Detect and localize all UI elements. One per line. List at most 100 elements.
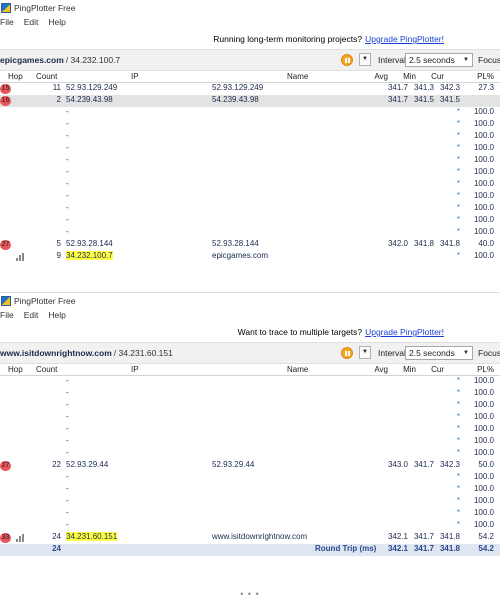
focus-label[interactable]: Focus — [478, 55, 500, 65]
table-header: Hop Count IP Name Avg Min Cur PL% — [0, 364, 500, 376]
promo-text: Want to trace to multiple targets? — [237, 327, 363, 337]
col-pl[interactable]: PL% — [477, 365, 494, 374]
cell-pl: 100.0 — [473, 131, 494, 140]
table-row[interactable]: - * 100.0 — [0, 119, 500, 131]
table-row[interactable]: - * 100.0 — [0, 424, 500, 436]
upgrade-link[interactable]: Upgrade PingPlotter! — [365, 34, 444, 44]
col-count[interactable]: Count — [36, 365, 57, 374]
pause-icon[interactable] — [341, 54, 353, 66]
table-row[interactable]: - * 100.0 — [0, 179, 500, 191]
round-trip-total-row: 24 Round Trip (ms) 342.1 341.7 341.8 54.… — [0, 544, 500, 556]
bar-chart-icon[interactable] — [16, 534, 24, 542]
table-row[interactable]: - * 100.0 — [0, 448, 500, 460]
pingplotter-app-icon — [1, 2, 11, 13]
table-row[interactable]: 33 24 34.231.60.151 www.isitdownrightnow.co… — [0, 532, 500, 544]
upgrade-link[interactable]: Upgrade PingPlotter! — [365, 327, 444, 337]
table-row[interactable]: - * 100.0 — [0, 203, 500, 215]
target-name: epicgames.com — [0, 55, 64, 65]
chevron-down-icon[interactable]: ▼ — [359, 53, 371, 66]
col-cur[interactable]: Cur — [431, 72, 444, 81]
interval-label: Interval — [378, 348, 406, 358]
cell-ip: - — [66, 448, 69, 457]
table-row[interactable]: - * 100.0 — [0, 107, 500, 119]
table-row[interactable]: - * 100.0 — [0, 412, 500, 424]
col-ip[interactable]: IP — [131, 365, 139, 374]
cell-pl: 100.0 — [473, 388, 494, 397]
table-row[interactable]: 15 11 52.93.129.249 52.93.129.249 341.7 341.3… — [0, 83, 500, 95]
cell-ip: 52.93.129.249 — [66, 83, 118, 92]
cell-cur: * — [456, 191, 460, 200]
table-row[interactable]: 9 34.232.100.7 epicgames.com * 100.0 — [0, 251, 500, 263]
col-name[interactable]: Name — [287, 72, 308, 81]
col-hop[interactable]: Hop — [8, 72, 23, 81]
cell-ip: - — [66, 119, 69, 128]
table-row[interactable]: - * 100.0 — [0, 484, 500, 496]
interval-value: 2.5 seconds — [409, 55, 455, 65]
table-row[interactable]: - * 100.0 — [0, 191, 500, 203]
cell-ip: - — [66, 155, 69, 164]
title-bar: PingPlotter Free — [0, 0, 500, 15]
window-title: PingPlotter Free — [14, 2, 76, 13]
cell-ip: - — [66, 215, 69, 224]
table-row[interactable]: 27 5 52.93.28.144 52.93.28.144 342.0 341.8 341… — [0, 239, 500, 251]
cell-cur: * — [456, 215, 460, 224]
total-pl: 54.2 — [478, 544, 494, 553]
cell-pl: 100.0 — [473, 191, 494, 200]
col-pl[interactable]: PL% — [477, 72, 494, 81]
table-row[interactable]: - * 100.0 — [0, 167, 500, 179]
col-min[interactable]: Min — [403, 365, 416, 374]
col-min[interactable]: Min — [403, 72, 416, 81]
cell-pl: 100.0 — [473, 472, 494, 481]
col-name[interactable]: Name — [287, 365, 308, 374]
menu-help[interactable]: Help — [48, 310, 65, 320]
chevron-down-icon[interactable]: ▼ — [359, 346, 371, 359]
cell-name: 52.93.129.249 — [212, 83, 264, 92]
col-cur[interactable]: Cur — [431, 365, 444, 374]
focus-label[interactable]: Focus — [478, 348, 500, 358]
col-hop[interactable]: Hop — [8, 365, 23, 374]
table-row[interactable]: 27 22 52.93.29.44 52.93.29.44 343.0 341.7 342.… — [0, 460, 500, 472]
table-row[interactable]: - * 100.0 — [0, 376, 500, 388]
cell-pl: 50.0 — [478, 460, 494, 469]
hop-badge: 15 — [0, 84, 11, 94]
interval-select[interactable]: 2.5 seconds ▼ — [405, 346, 473, 360]
col-avg[interactable]: Avg — [374, 72, 388, 81]
bar-chart-icon[interactable] — [16, 253, 24, 261]
cell-pl: 100.0 — [473, 179, 494, 188]
menu-edit[interactable]: Edit — [24, 17, 39, 27]
target-name: www.isitdownrightnow.com — [0, 348, 112, 358]
cell-cur: 341.8 — [439, 532, 460, 541]
table-row[interactable]: - * 100.0 — [0, 508, 500, 520]
table-row[interactable]: - * 100.0 — [0, 215, 500, 227]
table-row[interactable]: 16 2 54.239.43.98 54.239.43.98 341.7 341.5 341… — [0, 95, 500, 107]
table-row[interactable]: - * 100.0 — [0, 496, 500, 508]
table-row[interactable]: - * 100.0 — [0, 143, 500, 155]
menu-file[interactable]: File — [0, 310, 14, 320]
table-row[interactable]: - * 100.0 — [0, 155, 500, 167]
cell-cur: 342.3 — [439, 460, 460, 469]
cell-cur: * — [456, 203, 460, 212]
interval-select[interactable]: 2.5 seconds ▼ — [405, 53, 473, 67]
table-row[interactable]: - * 100.0 — [0, 400, 500, 412]
menu-help[interactable]: Help — [48, 17, 65, 27]
table-row[interactable]: - * 100.0 — [0, 227, 500, 239]
col-ip[interactable]: IP — [131, 72, 139, 81]
cell-ip: - — [66, 227, 69, 236]
splitter-handle[interactable]: • • • — [0, 589, 500, 603]
table-row[interactable]: - * 100.0 — [0, 131, 500, 143]
pause-icon[interactable] — [341, 347, 353, 359]
table-row[interactable]: - * 100.0 — [0, 436, 500, 448]
pingplotter-app-icon — [1, 295, 11, 306]
cell-pl: 100.0 — [473, 496, 494, 505]
cell-cur: * — [456, 388, 460, 397]
table-row[interactable]: - * 100.0 — [0, 520, 500, 532]
pingplotter-window-1: PingPlotter Free File Edit Help Running … — [0, 0, 500, 292]
trace-table-1: 15 11 52.93.129.249 52.93.129.249 341.7 341.3… — [0, 83, 500, 263]
menu-file[interactable]: File — [0, 17, 14, 27]
table-row[interactable]: - * 100.0 — [0, 388, 500, 400]
table-row[interactable]: - * 100.0 — [0, 472, 500, 484]
col-count[interactable]: Count — [36, 72, 57, 81]
col-avg[interactable]: Avg — [374, 365, 388, 374]
menu-edit[interactable]: Edit — [24, 310, 39, 320]
cell-ip: - — [66, 388, 69, 397]
